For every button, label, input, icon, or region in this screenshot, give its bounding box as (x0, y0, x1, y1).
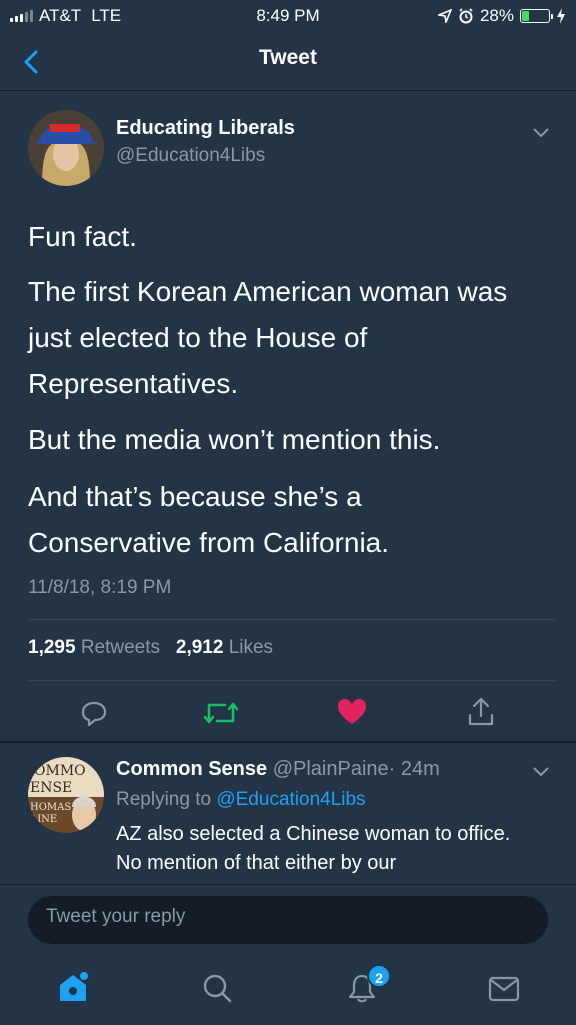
home-icon[interactable] (56, 970, 90, 1004)
tweet-timestamp: 11/8/18, 8:19 PM (28, 577, 172, 598)
tweet-paragraph: The first Korean American woman was just… (28, 276, 508, 399)
avatar-text: ENSE (30, 780, 72, 796)
reply-handle[interactable]: @PlainPaine (273, 758, 389, 780)
user-avatar-image (28, 110, 104, 186)
reply-icon[interactable] (80, 699, 108, 727)
battery-icon (520, 9, 553, 23)
tweet-paragraph: Fun fact. (28, 221, 137, 252)
charging-icon (557, 8, 565, 24)
user-handle[interactable]: @Education4Libs (116, 145, 265, 167)
avatar-text: AINE (29, 814, 57, 825)
reply-avatar[interactable]: OMMO ENSE HOMAS AINE (28, 757, 104, 833)
reply-divider (0, 741, 576, 743)
stats-divider (28, 619, 556, 620)
messages-icon[interactable] (488, 976, 520, 1002)
chevron-down-icon[interactable] (532, 126, 550, 138)
nav-divider (0, 90, 576, 91)
display-name[interactable]: Educating Liberals (116, 117, 295, 140)
heart-icon[interactable] (337, 698, 367, 726)
actions-divider (28, 680, 556, 681)
reply-display-name[interactable]: Common Sense (116, 758, 267, 780)
notifications-badge: 2 (367, 964, 391, 988)
status-bar: AT&T LTE 8:49 PM 28% (0, 0, 576, 34)
avatar-text: HOMAS (30, 802, 71, 813)
reply-input-placeholder: Tweet your reply (46, 906, 186, 927)
replying-handle-link[interactable]: @Education4Libs (216, 789, 365, 810)
nav-bar: Tweet (0, 34, 576, 90)
reply-text: AZ also selected a Chinese woman to offi… (116, 823, 511, 874)
page-title: Tweet (259, 46, 317, 69)
chevron-down-icon[interactable] (532, 765, 550, 777)
status-right: 28% (437, 6, 566, 26)
share-icon[interactable] (466, 696, 496, 728)
alarm-icon (459, 8, 473, 24)
likes-label[interactable]: Likes (229, 637, 273, 658)
tweet-stats: 1,295 Retweets 2,912 Likes (28, 637, 273, 659)
reply-age: · 24m (388, 758, 440, 780)
likes-count[interactable]: 2,912 (176, 637, 224, 658)
battery-fill (522, 11, 529, 21)
avatar-text: OMMO (34, 763, 86, 779)
reply-avatar-image: OMMO ENSE HOMAS AINE (28, 757, 104, 833)
retweets-label[interactable]: Retweets (81, 637, 160, 658)
tweet-paragraph: But the media won’t mention this. (28, 424, 441, 455)
retweet-icon[interactable] (203, 699, 239, 727)
avatar[interactable] (28, 110, 104, 186)
tweet-paragraph: And that’s because she’s a Conservative … (28, 481, 390, 558)
replying-prefix: Replying to (116, 789, 212, 810)
battery-percent: 28% (479, 6, 514, 25)
search-icon[interactable] (201, 972, 233, 1004)
retweets-count[interactable]: 1,295 (28, 637, 76, 658)
reply-header: Common Sense @PlainPaine· 24m (116, 758, 440, 781)
location-icon (437, 9, 452, 23)
replying-to: Replying to @Education4Libs (116, 789, 366, 811)
